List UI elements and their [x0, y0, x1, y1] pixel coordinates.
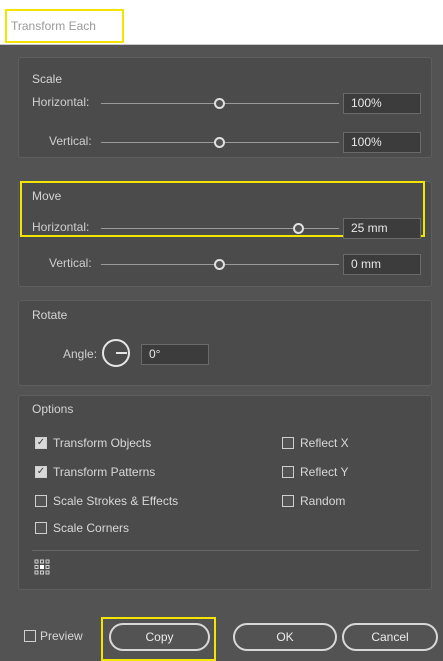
scale-horizontal-input[interactable]: 100% [343, 93, 421, 114]
rotate-heading: Rotate [32, 308, 68, 322]
cancel-button[interactable]: Cancel [342, 623, 438, 651]
scale-vertical-label: Vertical: [49, 134, 92, 148]
scale-vertical-input[interactable]: 100% [343, 132, 421, 153]
title-bar: Transform Each [0, 0, 443, 45]
move-vertical-slider-handle[interactable] [214, 259, 225, 270]
reflect-x-label: Reflect X [300, 436, 349, 450]
options-heading: Options [32, 402, 74, 416]
angle-dial-icon[interactable] [100, 337, 132, 369]
transform-each-dialog: Scale Horizontal: 100% Vertical: 100% Mo… [0, 45, 443, 661]
scale-vertical-slider-handle[interactable] [214, 137, 225, 148]
random-checkbox[interactable] [282, 495, 294, 507]
preview-label: Preview [40, 629, 83, 643]
transform-objects-label: Transform Objects [53, 436, 152, 450]
copy-button[interactable]: Copy [109, 623, 210, 651]
reflect-x-checkbox[interactable] [282, 437, 294, 449]
rotate-panel [18, 300, 432, 386]
scale-horizontal-label: Horizontal: [32, 95, 90, 109]
move-vertical-input[interactable]: 0 mm [343, 254, 421, 275]
transform-patterns-checkbox[interactable]: ✓ [35, 466, 47, 478]
scale-corners-checkbox[interactable] [35, 522, 47, 534]
rotate-angle-input[interactable]: 0° [141, 344, 209, 365]
transform-patterns-label: Transform Patterns [53, 465, 156, 479]
transform-objects-checkbox[interactable]: ✓ [35, 437, 47, 449]
rotate-angle-label: Angle: [63, 347, 98, 361]
scale-strokes-effects-label: Scale Strokes & Effects [53, 494, 179, 508]
scale-strokes-effects-checkbox[interactable] [35, 495, 47, 507]
reflect-y-checkbox[interactable] [282, 466, 294, 478]
move-vertical-label: Vertical: [49, 256, 92, 270]
options-divider [32, 550, 419, 551]
preview-checkbox[interactable] [24, 630, 36, 642]
options-panel [18, 395, 432, 590]
reflect-y-label: Reflect Y [300, 465, 349, 479]
scale-corners-label: Scale Corners [53, 521, 130, 535]
scale-horizontal-slider-handle[interactable] [214, 98, 225, 109]
random-label: Random [300, 494, 346, 508]
ok-button[interactable]: OK [233, 623, 337, 651]
window-title: Transform Each [5, 9, 124, 43]
move-horizontal-slider-handle[interactable] [293, 223, 304, 234]
reference-point-locator-icon[interactable] [34, 559, 50, 575]
move-heading: Move [32, 189, 62, 203]
move-horizontal-label: Horizontal: [32, 220, 90, 234]
move-horizontal-input[interactable]: 25 mm [343, 218, 421, 239]
scale-heading: Scale [32, 72, 63, 86]
